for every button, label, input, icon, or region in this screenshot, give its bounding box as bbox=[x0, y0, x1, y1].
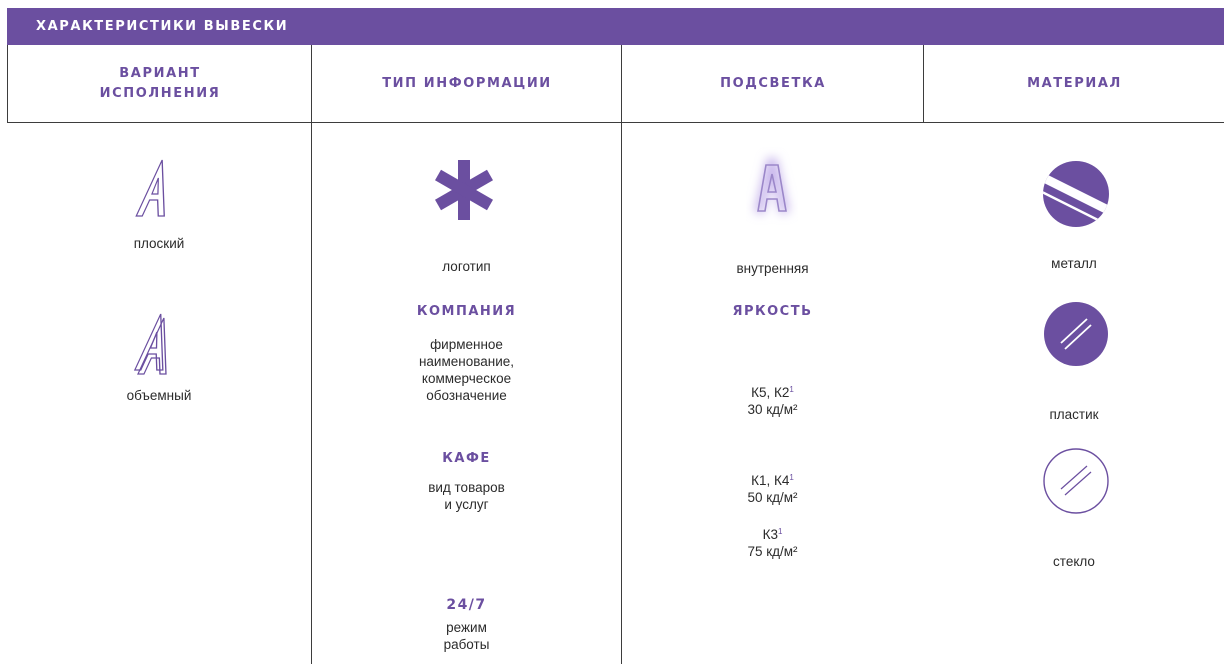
brightness-level: К1, К41 50 кд/м² bbox=[747, 473, 798, 505]
flat-letter-icon bbox=[135, 159, 165, 217]
glass-material-icon bbox=[1043, 448, 1109, 514]
glowing-letter-icon bbox=[754, 157, 790, 215]
column-divider bbox=[621, 45, 622, 664]
variant-volume-label: объемный bbox=[126, 388, 192, 403]
column-header-lighting: ПОДСВЕТКА bbox=[720, 75, 826, 91]
column-header-info-type: ТИП ИНФОРМАЦИИ bbox=[382, 75, 552, 91]
info-hours-label: 24/7 bbox=[446, 597, 487, 613]
column-header-material: МАТЕРИАЛ bbox=[1027, 75, 1122, 91]
plastic-material-icon bbox=[1044, 302, 1108, 366]
table-header: ВАРИАНТ ИСПОЛНЕНИЯ ТИП ИНФОРМАЦИИ ПОДСВЕ… bbox=[7, 45, 1224, 123]
info-logo-label: логотип bbox=[442, 259, 491, 274]
material-plastic-label: пластик bbox=[1049, 407, 1099, 422]
asterisk-logo-icon bbox=[435, 160, 493, 220]
volume-letter-icon bbox=[133, 313, 167, 375]
brightness-label: ЯРКОСТЬ bbox=[732, 304, 813, 319]
column-divider bbox=[923, 45, 924, 123]
material-metal-label: металл bbox=[1051, 256, 1097, 271]
brightness-level: К31 75 кд/м² bbox=[747, 527, 798, 559]
info-company-description: фирменное наименование, коммерческое обо… bbox=[418, 337, 515, 403]
column-header-variant: ВАРИАНТ ИСПОЛНЕНИЯ bbox=[99, 65, 221, 101]
info-cafe-label: КАФЕ bbox=[442, 451, 491, 466]
info-cafe-description: вид товаров и услуг bbox=[428, 480, 505, 512]
metal-material-icon bbox=[1043, 161, 1109, 227]
lighting-internal-label: внутренняя bbox=[736, 261, 809, 276]
brightness-level: К5, К21 30 кд/м² bbox=[747, 385, 798, 417]
material-glass-label: стекло bbox=[1053, 554, 1095, 569]
variant-flat-label: плоский bbox=[133, 236, 185, 251]
info-hours-description: режим работы bbox=[443, 620, 490, 652]
table-title: ХАРАКТЕРИСТИКИ ВЫВЕСКИ bbox=[7, 8, 1224, 45]
info-company-label: КОМПАНИЯ bbox=[416, 304, 517, 319]
